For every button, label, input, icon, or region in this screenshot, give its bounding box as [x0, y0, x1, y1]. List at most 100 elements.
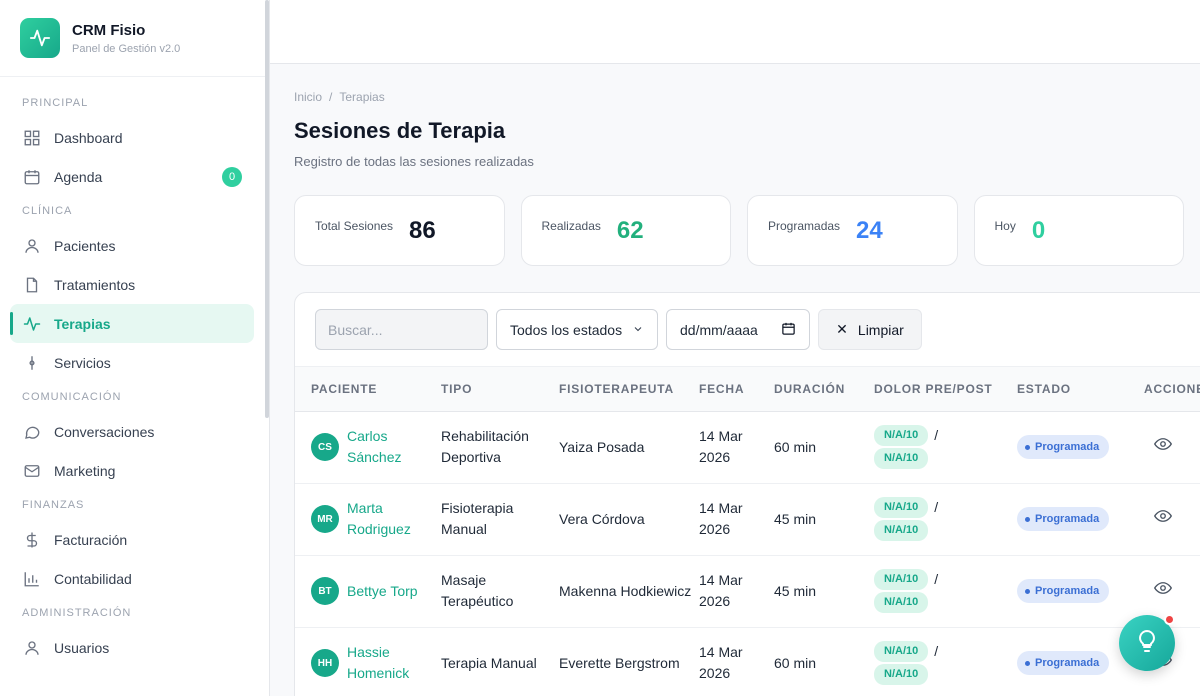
status-label: Programada — [1035, 440, 1100, 453]
session-duration: 60 min — [774, 627, 874, 696]
brand-title: CRM Fisio — [72, 21, 146, 39]
stat-value: 62 — [616, 216, 644, 244]
sidebar-item-facturacion[interactable]: Facturación — [10, 520, 254, 559]
stat-label: Realizadas — [541, 218, 601, 233]
column-header-duracion[interactable]: DURACIÓN — [774, 367, 874, 412]
section-title-clinica: CLÍNICA — [22, 205, 73, 217]
column-header-acciones: ACCIONES — [1144, 367, 1200, 412]
therapist-name: Yaiza Posada — [559, 411, 699, 484]
status-label: Programada — [1035, 512, 1100, 525]
sidebar-item-label: Facturación — [54, 531, 128, 548]
agenda-count-badge: 0 — [222, 166, 242, 187]
session-type: Rehabilitación Deportiva — [441, 411, 559, 484]
page-title: Sesiones de Terapia — [294, 118, 506, 143]
table-row[interactable]: MR Marta Rodriguez Fisioterapia Manual Ve… — [295, 483, 1200, 556]
stat-label: Total Sesiones — [315, 218, 394, 233]
page-subtitle: Registro de todas las sesiones realizada… — [294, 154, 534, 169]
sidebar-item-agenda[interactable]: Agenda 0 — [10, 157, 254, 196]
table-row[interactable]: BT Bettye Torp Masaje Terapéutico Makenna… — [295, 555, 1200, 628]
chevron-down-icon — [632, 322, 644, 338]
status-badge: Programada — [1017, 435, 1110, 460]
user-icon — [22, 236, 42, 256]
breadcrumb-home[interactable]: Inicio — [294, 90, 322, 104]
topbar — [270, 0, 1200, 64]
activity-icon — [22, 314, 42, 334]
stat-value: 24 — [856, 216, 883, 244]
avatar: CS — [311, 433, 339, 461]
stat-card-programadas: Programadas 24 — [747, 195, 958, 266]
pain-post-pill: N/A/10 — [874, 664, 929, 685]
user-icon — [22, 638, 42, 658]
sessions-table: PACIENTE TIPO FISIOTERAPEUTA FECHA DURAC… — [295, 367, 1200, 696]
status-badge: Programada — [1017, 507, 1110, 532]
stat-card-realizadas: Realizadas 62 — [520, 195, 731, 266]
brand[interactable]: CRM Fisio Panel de Gestión v2.0 — [0, 0, 269, 77]
sidebar-item-terapias[interactable]: Terapias — [10, 304, 254, 343]
pain-pre-pill: N/A/10 — [874, 641, 929, 662]
patient-name-link[interactable]: Carlos Sánchez — [347, 426, 441, 468]
clear-filters-button[interactable]: ✕ Limpiar — [818, 309, 922, 350]
notification-dot — [1164, 614, 1175, 625]
sidebar-item-usuarios[interactable]: Usuarios — [10, 628, 254, 667]
view-eye-icon[interactable] — [1153, 438, 1173, 456]
session-date: 14 Mar 2026 — [699, 411, 774, 484]
column-header-dolor[interactable]: DOLOR PRE/POST — [874, 367, 1017, 412]
logo-activity-icon — [20, 18, 60, 58]
calendar-icon — [22, 167, 42, 187]
section-title-comunicacion: COMUNICACIÓN — [22, 391, 122, 403]
stat-card-total: Total Sesiones 86 — [294, 195, 505, 266]
session-duration: 45 min — [774, 483, 874, 556]
table-row[interactable]: CS Carlos Sánchez Rehabilitación Deportiv… — [295, 411, 1200, 484]
avatar: BT — [311, 577, 339, 605]
lightbulb-icon — [1135, 629, 1159, 658]
close-icon: ✕ — [836, 321, 848, 337]
session-date: 14 Mar 2026 — [699, 627, 774, 696]
column-header-fisioterapeuta[interactable]: FISIOTERAPEUTA — [559, 367, 699, 412]
pain-pre-pill: N/A/10 — [874, 569, 929, 590]
pain-pre-post: N/A/10/N/A/10 — [874, 425, 1017, 469]
brand-subtitle: Panel de Gestión v2.0 — [72, 42, 181, 55]
sidebar-item-marketing[interactable]: Marketing — [10, 451, 254, 490]
status-badge: Programada — [1017, 651, 1110, 676]
pain-pre-post: N/A/10/N/A/10 — [874, 641, 1017, 685]
patient-name-link[interactable]: Marta Rodriguez — [347, 498, 441, 540]
column-header-fecha[interactable]: FECHA — [699, 367, 774, 412]
session-type: Masaje Terapéutico — [441, 555, 559, 628]
therapist-name: Vera Córdova — [559, 483, 699, 556]
breadcrumb-current: Terapias — [339, 90, 385, 104]
sidebar-item-dashboard[interactable]: Dashboard — [10, 118, 254, 157]
calendar-icon[interactable] — [781, 321, 796, 339]
date-input[interactable]: dd/mm/aaaa — [666, 309, 810, 350]
session-date: 14 Mar 2026 — [699, 483, 774, 556]
patient-name-link[interactable]: Bettye Torp — [347, 581, 418, 602]
column-header-estado[interactable]: ESTADO — [1017, 367, 1144, 412]
main-content: Inicio / Terapias Sesiones de Terapia Regi… — [294, 64, 1200, 696]
column-header-paciente[interactable]: PACIENTE — [295, 367, 441, 412]
stat-card-hoy: Hoy 0 — [973, 195, 1184, 266]
breadcrumb: Inicio / Terapias — [294, 90, 1200, 104]
sidebar: CRM Fisio Panel de Gestión v2.0 PRINCIPA… — [0, 0, 270, 696]
column-header-tipo[interactable]: TIPO — [441, 367, 559, 412]
search-input[interactable] — [315, 309, 488, 350]
stat-value: 0 — [1031, 216, 1046, 244]
sidebar-item-servicios[interactable]: Servicios — [10, 343, 254, 382]
sidebar-item-contabilidad[interactable]: Contabilidad — [10, 559, 254, 598]
patient-name-link[interactable]: Hassie Homenick — [347, 642, 441, 684]
section-title-principal: PRINCIPAL — [22, 97, 89, 109]
view-eye-icon[interactable] — [1153, 582, 1173, 600]
filters-bar: Todos los estados dd/mm/aaaa ✕ Limpiar — [295, 293, 1200, 367]
sidebar-item-label: Terapias — [54, 315, 111, 332]
table-row[interactable]: HH Hassie Homenick Terapia Manual Everett… — [295, 627, 1200, 696]
sidebar-scrollbar[interactable] — [265, 0, 269, 418]
status-select[interactable]: Todos los estados — [496, 309, 658, 350]
session-type: Terapia Manual — [441, 627, 559, 696]
therapist-name: Makenna Hodkiewicz — [559, 555, 699, 628]
sidebar-item-label: Agenda — [54, 168, 103, 185]
sidebar-item-conversaciones[interactable]: Conversaciones — [10, 412, 254, 451]
sidebar-item-tratamientos[interactable]: Tratamientos — [10, 265, 254, 304]
view-eye-icon[interactable] — [1153, 510, 1173, 528]
sidebar-item-pacientes[interactable]: Pacientes — [10, 226, 254, 265]
pain-pre-post: N/A/10/N/A/10 — [874, 569, 1017, 613]
session-duration: 60 min — [774, 411, 874, 484]
table-header-row: PACIENTE TIPO FISIOTERAPEUTA FECHA DURAC… — [295, 367, 1200, 412]
